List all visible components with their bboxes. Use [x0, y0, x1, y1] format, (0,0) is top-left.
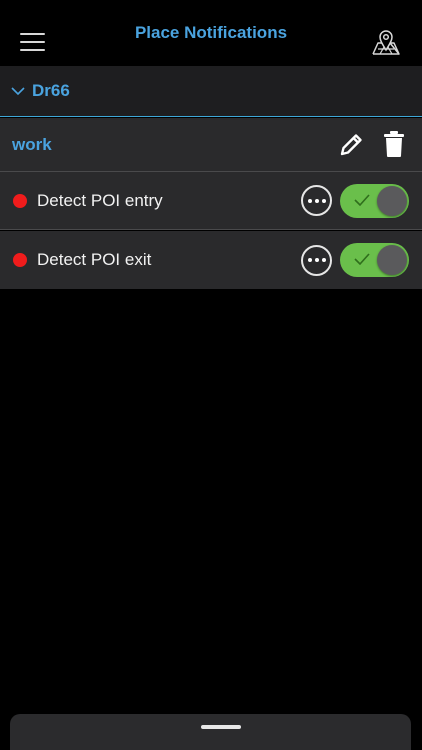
group-label: Dr66 — [32, 81, 70, 100]
ellipsis-dot — [321, 258, 326, 262]
bottom-sheet[interactable] — [10, 714, 411, 750]
notification-row-entry: Detect POI entry — [0, 172, 422, 230]
group-header-dr66[interactable]: Dr66 — [0, 66, 422, 117]
chevron-down-icon — [11, 87, 25, 96]
map-button[interactable] — [370, 28, 402, 56]
menu-button[interactable] — [20, 33, 46, 51]
trash-icon — [384, 131, 404, 157]
ellipsis-dot — [314, 258, 319, 262]
page-title: Place Notifications — [134, 23, 288, 42]
ellipsis-dot — [314, 198, 319, 203]
map-pin-icon — [372, 30, 400, 55]
hamburger-line — [20, 49, 45, 51]
notification-toggle[interactable] — [340, 183, 409, 218]
hamburger-line — [20, 41, 45, 43]
ellipsis-dot — [321, 198, 326, 203]
drag-handle[interactable] — [201, 725, 241, 729]
delete-place-button[interactable] — [383, 130, 405, 158]
place-name: work — [12, 134, 52, 154]
notification-toggle[interactable] — [340, 243, 409, 277]
toggle-knob — [377, 185, 407, 216]
notification-row-exit: Detect POI exit — [0, 231, 422, 289]
place-row-work: work — [0, 118, 422, 172]
status-dot — [13, 253, 27, 267]
edit-place-button[interactable] — [337, 131, 365, 159]
app-header: Place Notifications — [0, 0, 422, 66]
pencil-icon — [340, 134, 362, 156]
ellipsis-icon — [307, 198, 312, 203]
more-options-button[interactable] — [301, 185, 332, 216]
hamburger-menu-icon — [20, 33, 45, 35]
notification-label: Detect POI exit — [37, 250, 152, 269]
check-icon — [354, 253, 370, 265]
check-icon — [354, 193, 370, 206]
notification-label: Detect POI entry — [37, 190, 163, 210]
more-options-button[interactable] — [301, 244, 332, 276]
toggle-knob — [377, 245, 407, 275]
status-dot — [13, 193, 27, 208]
ellipsis-icon — [307, 258, 312, 262]
